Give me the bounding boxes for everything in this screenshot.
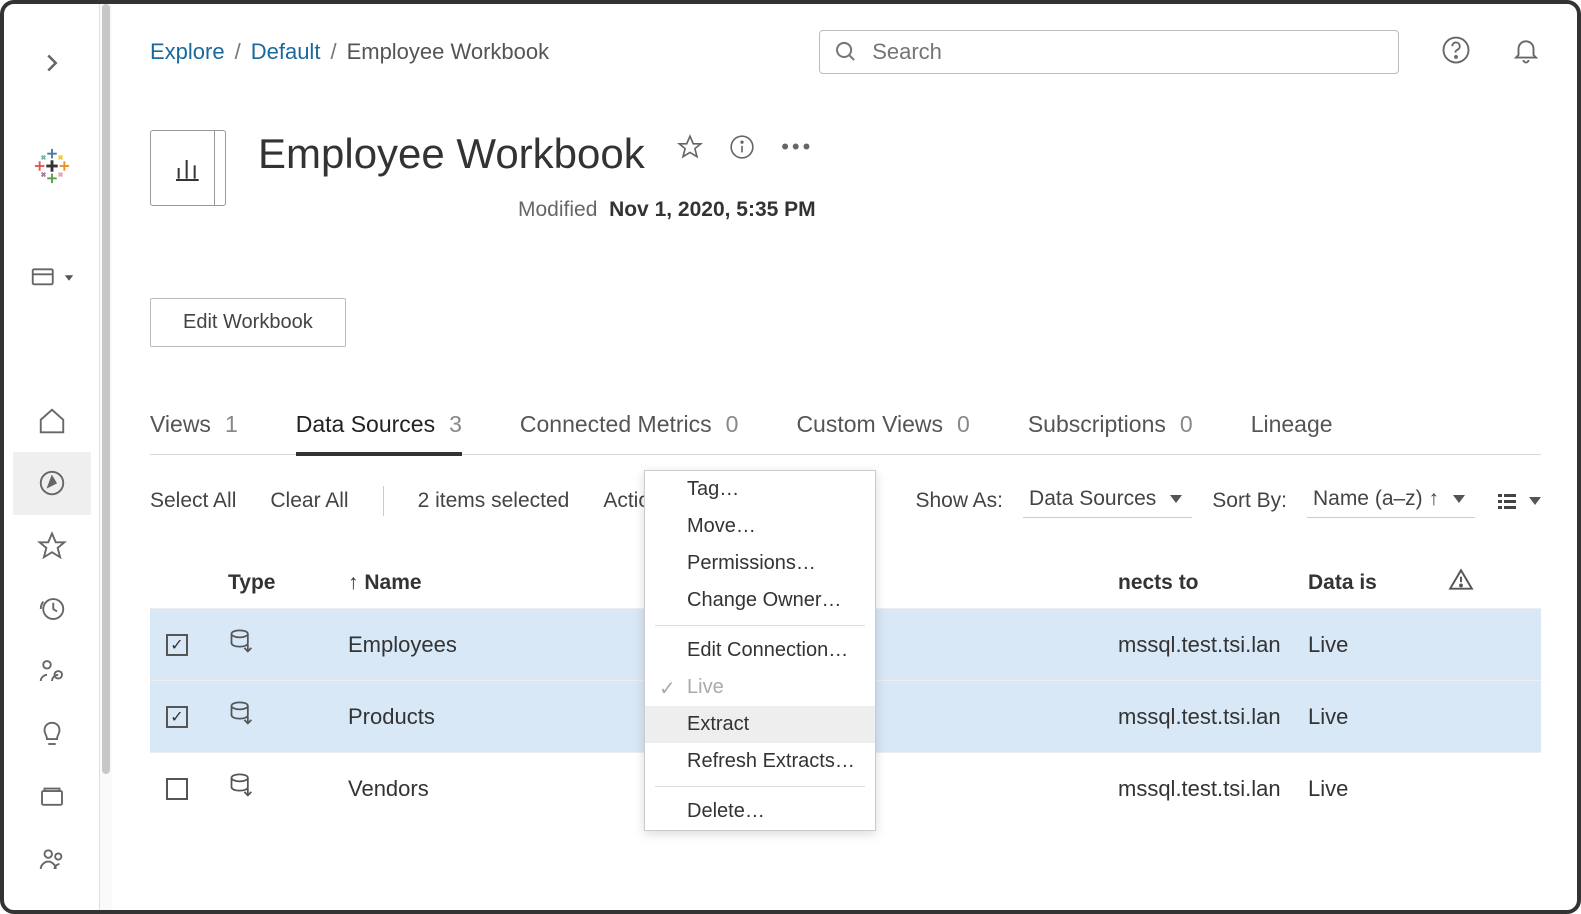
recents-icon[interactable] [13,577,91,640]
data-source-icon [228,627,348,663]
show-as-label: Show As: [915,489,1003,513]
users-icon[interactable] [13,827,91,890]
row-data-is: Live [1308,632,1448,658]
row-connects-to: mssql.test.tsi.lan [1118,776,1308,802]
breadcrumb-parent[interactable]: Default [251,39,321,65]
page-title: Employee Workbook [258,130,645,178]
scrollbar[interactable] [100,4,112,910]
select-all-button[interactable]: Select All [150,489,236,513]
window-icon[interactable] [13,247,91,310]
warning-column-icon [1448,567,1533,599]
favorite-star-icon[interactable] [677,134,703,165]
expand-nav-icon[interactable] [13,32,91,95]
tabs: Views1 Data Sources3 Connected Metrics0 … [150,411,1541,455]
row-checkbox[interactable] [166,634,188,656]
sort-by-select[interactable]: Name (a–z) ↑ [1307,483,1475,518]
breadcrumb-root[interactable]: Explore [150,39,225,65]
menu-edit-connection[interactable]: Edit Connection… [645,632,875,669]
tab-custom-views[interactable]: Custom Views0 [796,411,969,454]
menu-move[interactable]: Move… [645,508,875,545]
col-connects-to[interactable]: nects to [1118,571,1308,595]
list-view-icon [1495,489,1519,513]
help-icon[interactable] [1441,35,1471,70]
info-icon[interactable] [729,134,755,165]
tab-subscriptions[interactable]: Subscriptions0 [1028,411,1193,454]
menu-delete[interactable]: Delete… [645,793,875,830]
collections-icon[interactable] [13,765,91,828]
chevron-down-icon [1529,497,1541,505]
show-as-select[interactable]: Data Sources [1023,483,1192,518]
row-checkbox[interactable] [166,706,188,728]
tab-data-sources[interactable]: Data Sources3 [296,411,462,456]
row-data-is: Live [1308,704,1448,730]
row-checkbox[interactable] [166,778,188,800]
view-mode-toggle[interactable] [1495,489,1541,513]
workbook-icon [150,130,226,206]
selection-count: 2 items selected [418,489,570,513]
tab-views[interactable]: Views1 [150,411,238,454]
sidebar [4,4,100,910]
tab-lineage[interactable]: Lineage [1251,411,1333,454]
actions-dropdown-menu: Tag… Move… Permissions… Change Owner… Ed… [644,470,876,831]
search-box[interactable] [819,30,1399,74]
menu-live: Live [645,669,875,706]
menu-permissions[interactable]: Permissions… [645,545,875,582]
explore-icon[interactable] [13,452,91,515]
breadcrumb-current: Employee Workbook [347,39,550,65]
menu-tag[interactable]: Tag… [645,471,875,508]
tableau-logo-icon[interactable] [13,135,91,198]
search-input[interactable] [872,39,1384,65]
sort-by-label: Sort By: [1212,489,1287,513]
modified-label: Modified [518,198,597,221]
search-icon [834,39,858,65]
clear-all-button[interactable]: Clear All [270,489,348,513]
shared-icon[interactable] [13,640,91,703]
row-connects-to: mssql.test.tsi.lan [1118,632,1308,658]
recommendations-icon[interactable] [13,702,91,765]
more-actions-icon[interactable]: ••• [781,134,813,165]
data-source-icon [228,771,348,807]
notifications-icon[interactable] [1511,35,1541,70]
row-connects-to: mssql.test.tsi.lan [1118,704,1308,730]
menu-extract[interactable]: Extract [645,706,875,743]
menu-change-owner[interactable]: Change Owner… [645,582,875,619]
chevron-down-icon [1170,495,1182,503]
col-data-is[interactable]: Data is [1308,571,1448,595]
menu-refresh-extracts[interactable]: Refresh Extracts… [645,743,875,780]
modified-value: Nov 1, 2020, 5:35 PM [609,198,816,221]
tab-connected-metrics[interactable]: Connected Metrics0 [520,411,739,454]
breadcrumb: Explore / Default / Employee Workbook [150,39,549,65]
home-icon[interactable] [13,390,91,453]
col-type[interactable]: Type [228,571,348,595]
edit-workbook-button[interactable]: Edit Workbook [150,298,346,347]
favorites-icon[interactable] [13,515,91,578]
chevron-down-icon [1453,495,1465,503]
row-data-is: Live [1308,776,1448,802]
data-source-icon [228,699,348,735]
